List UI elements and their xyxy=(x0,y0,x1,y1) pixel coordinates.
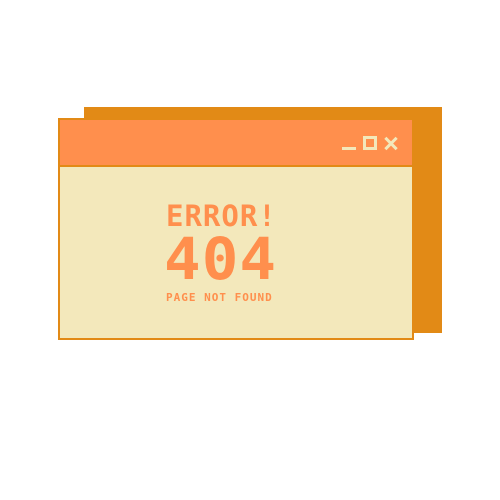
close-button[interactable] xyxy=(384,136,398,150)
error-window: ERROR! 404 PAGE NOT FOUND xyxy=(58,118,414,340)
maximize-button[interactable] xyxy=(363,136,377,150)
maximize-icon xyxy=(363,136,377,150)
error-subtitle: PAGE NOT FOUND xyxy=(166,291,273,304)
window-controls xyxy=(342,134,398,150)
minimize-button[interactable] xyxy=(342,136,356,150)
error-code: 404 xyxy=(164,225,278,293)
minimize-icon xyxy=(342,147,356,150)
title-bar xyxy=(60,120,412,167)
